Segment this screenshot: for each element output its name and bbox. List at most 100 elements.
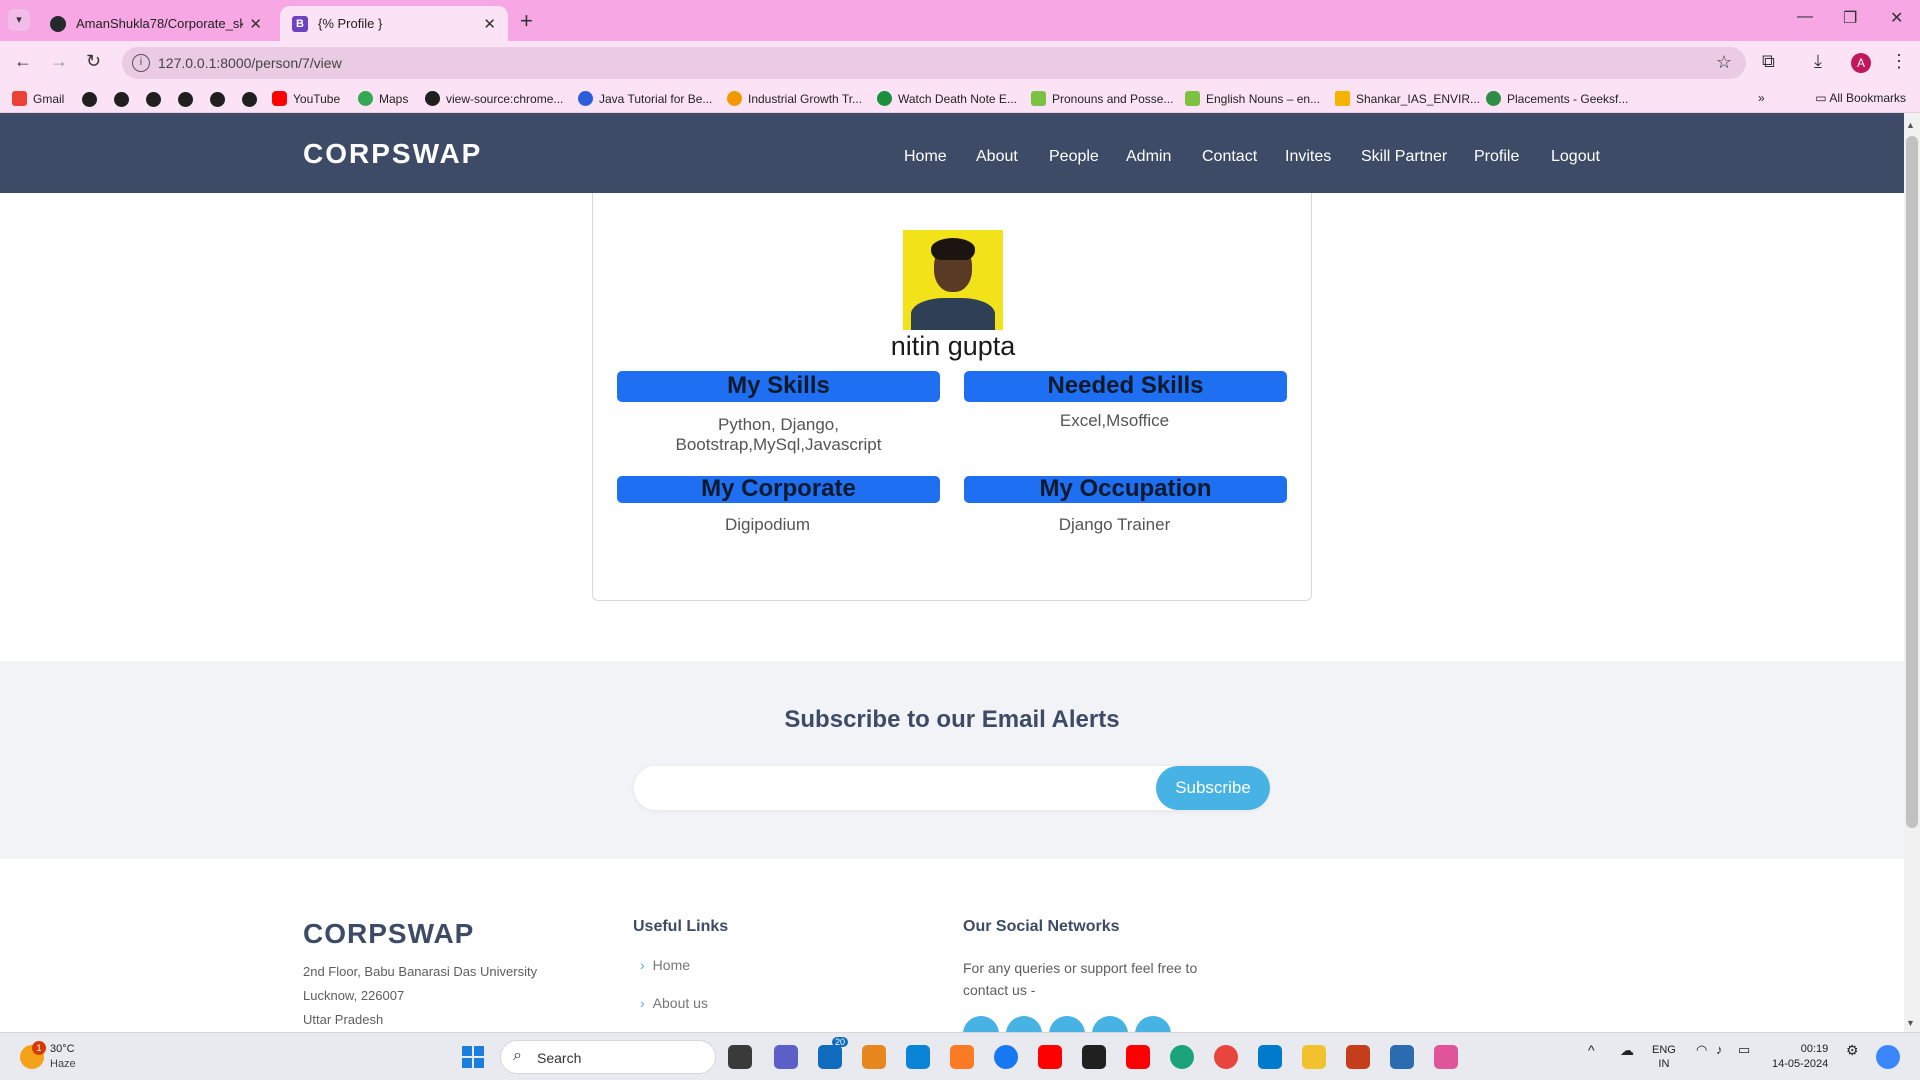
bookmark-industrial-growth[interactable]: Industrial Growth Tr... — [727, 91, 862, 106]
nav-about[interactable]: About — [976, 148, 1018, 166]
onedrive-icon[interactable]: ☁ — [1620, 1043, 1634, 1057]
edge-icon[interactable] — [1170, 1045, 1194, 1069]
back-icon[interactable]: ← — [14, 51, 32, 72]
globe-icon[interactable] — [178, 92, 193, 107]
mail-icon[interactable] — [818, 1045, 842, 1069]
powerpoint-icon[interactable] — [1346, 1045, 1370, 1069]
nav-skill-partner[interactable]: Skill Partner — [1361, 148, 1447, 166]
site-icon — [578, 91, 593, 106]
address-bar[interactable]: i 127.0.0.1:8000/person/7/view ☆ — [122, 47, 1746, 79]
nav-logout[interactable]: Logout — [1551, 148, 1600, 166]
weather-badge: 1 — [32, 1041, 46, 1055]
subscribe-section: Subscribe to our Email Alerts Subscribe — [0, 661, 1904, 859]
language-indicator[interactable]: ENG IN — [1652, 1043, 1676, 1071]
tab-profile[interactable]: B {% Profile } ✕ — [280, 6, 508, 41]
scroll-up-icon[interactable]: ▲ — [1906, 120, 1915, 130]
bookmark-english-nouns[interactable]: English Nouns – en... — [1185, 91, 1320, 106]
youtube-app-icon[interactable] — [1126, 1045, 1150, 1069]
chrome-icon[interactable] — [1214, 1045, 1238, 1069]
bookmark-youtube[interactable]: YouTube — [272, 91, 340, 106]
nav-admin[interactable]: Admin — [1126, 148, 1171, 166]
facebook-app-icon[interactable] — [994, 1045, 1018, 1069]
bookmark-java-tutorial[interactable]: Java Tutorial for Be... — [578, 91, 712, 106]
minimize-icon[interactable]: — — [1797, 8, 1813, 26]
site-logo[interactable]: CORPSWAP — [303, 138, 482, 170]
weather-condition[interactable]: Haze — [50, 1058, 76, 1070]
extensions-icon[interactable]: ⧉ — [1762, 51, 1775, 72]
mail-badge: 20 — [832, 1037, 849, 1047]
footer-link-about[interactable]: › About us — [640, 995, 708, 1011]
subscribe-title: Subscribe to our Email Alerts — [784, 706, 1120, 733]
file-explorer-icon[interactable] — [1302, 1045, 1326, 1069]
footer-logo: CORPSWAP — [303, 918, 475, 949]
site-icon — [727, 91, 742, 106]
vscode-icon[interactable] — [1258, 1045, 1282, 1069]
footer-link-home[interactable]: › Home — [640, 957, 690, 973]
url-text[interactable]: 127.0.0.1:8000/person/7/view — [158, 55, 342, 71]
bookmark-view-source[interactable]: view-source:chrome... — [425, 91, 563, 106]
scrollbar-thumb[interactable] — [1906, 136, 1918, 828]
notepad-icon[interactable] — [1390, 1045, 1414, 1069]
globe-icon[interactable] — [242, 92, 257, 107]
task-view-icon[interactable] — [728, 1045, 752, 1069]
scroll-down-icon[interactable]: ▼ — [1906, 1018, 1915, 1028]
address-line: 2nd Floor, Babu Banarasi Das University — [303, 964, 538, 979]
close-window-icon[interactable]: ✕ — [1890, 8, 1903, 28]
tray-overflow-icon[interactable]: ^ — [1588, 1043, 1595, 1057]
volume-icon[interactable]: ♪ — [1716, 1043, 1723, 1057]
close-tab-icon[interactable]: ✕ — [249, 15, 262, 33]
nav-invites[interactable]: Invites — [1285, 148, 1331, 166]
youtube-app-icon[interactable] — [1038, 1045, 1062, 1069]
nav-profile[interactable]: Profile — [1474, 148, 1519, 166]
site-info-icon[interactable]: i — [132, 54, 150, 72]
bookmark-star-icon[interactable]: ☆ — [1716, 52, 1732, 73]
bookmark-pronouns[interactable]: Pronouns and Posse... — [1031, 91, 1173, 106]
new-tab-button[interactable]: + — [520, 8, 533, 34]
globe-icon[interactable] — [146, 92, 161, 107]
copilot-icon[interactable] — [1876, 1045, 1900, 1069]
more-bookmarks-icon[interactable]: » — [1758, 91, 1765, 105]
globe-icon[interactable] — [114, 92, 129, 107]
notification-icon[interactable]: ⚙ — [1846, 1043, 1859, 1057]
nav-home[interactable]: Home — [904, 148, 947, 166]
reload-icon[interactable]: ↻ — [86, 51, 101, 72]
sublime-icon[interactable] — [862, 1045, 886, 1069]
profile-avatar[interactable]: A — [1851, 53, 1871, 73]
needed-skills-value: Excel,Msoffice — [1059, 411, 1170, 430]
tab-search-button[interactable]: ▾ — [8, 9, 30, 31]
menu-kebab-icon[interactable]: ⋮ — [1890, 51, 1908, 72]
globe-icon[interactable] — [210, 92, 225, 107]
forward-icon[interactable]: → — [50, 51, 68, 72]
clock[interactable]: 00:19 14-05-2024 — [1772, 1042, 1828, 1072]
battery-icon[interactable]: ▭ — [1738, 1043, 1750, 1057]
bookmark-placements[interactable]: Placements - Geeksf... — [1486, 91, 1628, 106]
all-bookmarks[interactable]: ▭ All Bookmarks — [1815, 91, 1906, 105]
teams-icon[interactable] — [774, 1045, 798, 1069]
globe-icon[interactable] — [82, 92, 97, 107]
app-icon[interactable] — [906, 1045, 930, 1069]
nav-contact[interactable]: Contact — [1202, 148, 1257, 166]
social-title: Our Social Networks — [963, 918, 1120, 935]
sony-liv-icon[interactable] — [1082, 1045, 1106, 1069]
bookmark-maps[interactable]: Maps — [358, 91, 408, 106]
windows-start-icon[interactable] — [462, 1046, 484, 1068]
chevron-right-icon: › — [640, 957, 645, 973]
address-line: Uttar Pradesh — [303, 1012, 384, 1027]
windows-taskbar: 1 30°C Haze ⌕ Search 20 ^ ☁ ENG IN ◠ ♪ ▭ … — [0, 1032, 1920, 1080]
weather-temp[interactable]: 30°C — [50, 1043, 75, 1055]
nav-people[interactable]: People — [1049, 148, 1099, 166]
bookmark-gmail[interactable]: Gmail — [12, 91, 64, 106]
restore-icon[interactable]: ❐ — [1843, 8, 1857, 28]
site-icon — [1486, 91, 1501, 106]
site-navbar: CORPSWAP Home About People Admin Contact… — [0, 113, 1904, 193]
snipping-tool-icon[interactable] — [1434, 1045, 1458, 1069]
wifi-icon[interactable]: ◠ — [1696, 1043, 1707, 1057]
bookmark-death-note[interactable]: Watch Death Note E... — [877, 91, 1017, 106]
xampp-icon[interactable] — [950, 1045, 974, 1069]
download-icon[interactable]: ⤓ — [1814, 51, 1822, 72]
close-tab-icon[interactable]: ✕ — [483, 15, 496, 33]
taskbar-search[interactable]: ⌕ Search — [500, 1040, 716, 1074]
bookmark-shankar-ias[interactable]: Shankar_IAS_ENVIR... — [1335, 91, 1480, 106]
tab-github[interactable]: AmanShukla78/Corporate_skill ✕ — [38, 6, 274, 41]
subscribe-button[interactable]: Subscribe — [1156, 766, 1270, 810]
